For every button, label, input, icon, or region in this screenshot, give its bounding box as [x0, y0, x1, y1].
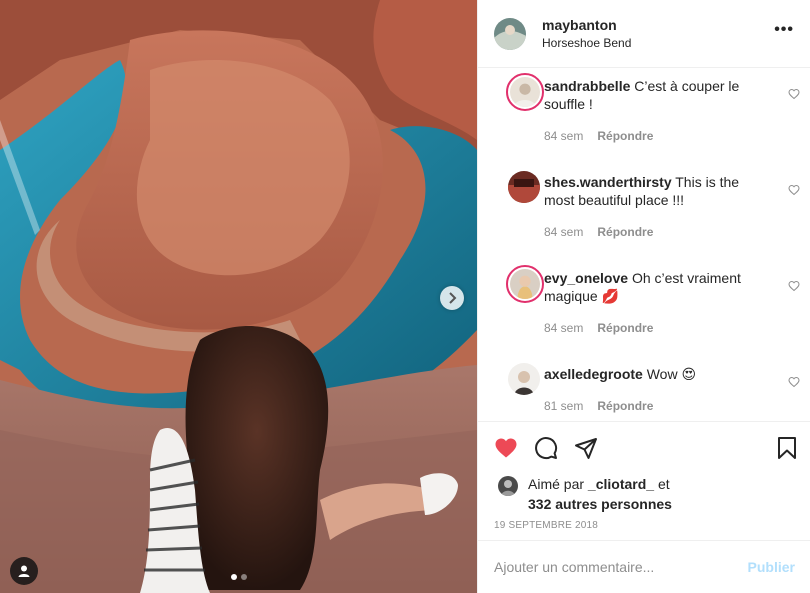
comment-username[interactable]: shes.wanderthirsty: [544, 174, 672, 190]
comment-age[interactable]: 84 sem: [544, 129, 583, 143]
publish-button[interactable]: Publier: [748, 559, 795, 575]
comment-age[interactable]: 84 sem: [544, 225, 583, 239]
comment-age[interactable]: 81 sem: [544, 399, 583, 413]
author-username[interactable]: maybanton: [542, 17, 631, 33]
save-button[interactable]: [775, 436, 799, 460]
post-photo[interactable]: [0, 0, 477, 593]
ellipsis-icon: •••: [774, 21, 794, 38]
comment-text: Wow 😍: [646, 366, 697, 382]
comment-username[interactable]: evy_onelove: [544, 270, 628, 286]
reply-button[interactable]: Répondre: [597, 321, 653, 335]
reply-button[interactable]: Répondre: [597, 129, 653, 143]
comment-item: sandrabbelle C’est à couper le souffle !…: [494, 73, 800, 143]
heart-icon: [495, 438, 517, 458]
comment-item: evy_onelove Oh c’est vraiment magique 💋 …: [494, 265, 800, 335]
likes-count-link[interactable]: 332 autres personnes: [528, 496, 672, 512]
more-options-button[interactable]: •••: [774, 22, 794, 38]
liker-username[interactable]: _cliotard_: [588, 476, 654, 492]
comment-button[interactable]: [534, 436, 558, 460]
comment-like-button[interactable]: [788, 279, 800, 295]
tagged-users-button[interactable]: [10, 557, 38, 585]
share-icon: [575, 438, 597, 459]
like-button[interactable]: [494, 436, 518, 460]
heart-outline-icon: [788, 184, 800, 196]
heart-outline-icon: [788, 376, 800, 388]
horseshoe-bend-photo: [0, 0, 477, 593]
post-side-panel: maybanton Horseshoe Bend ••• sandrabbell…: [477, 0, 810, 593]
comment-username[interactable]: sandrabbelle: [544, 78, 630, 94]
post-date[interactable]: 19 SEPTEMBRE 2018: [478, 514, 810, 531]
post-location[interactable]: Horseshoe Bend: [542, 36, 631, 50]
carousel-indicator: [0, 574, 477, 580]
reply-button[interactable]: Répondre: [597, 225, 653, 239]
liker-avatar[interactable]: [498, 476, 518, 496]
action-icons-row: [478, 422, 810, 474]
reply-button[interactable]: Répondre: [597, 399, 653, 413]
likes-prefix: Aimé par: [528, 476, 585, 492]
comment-like-button[interactable]: [788, 375, 800, 391]
comment-item: axelledegroote Wow 😍 81 sem Répondre: [494, 361, 800, 413]
commenter-avatar[interactable]: [506, 265, 544, 303]
comment-input[interactable]: [494, 559, 748, 575]
carousel-dot-active: [230, 574, 237, 580]
add-comment-bar: Publier: [478, 540, 810, 593]
post-actions: Aimé par _cliotard_ et 332 autres person…: [478, 421, 810, 531]
carousel-next-button[interactable]: [440, 286, 464, 310]
bookmark-icon: [778, 437, 796, 459]
comments-list[interactable]: sandrabbelle C’est à couper le souffle !…: [478, 68, 810, 421]
heart-outline-icon: [788, 280, 800, 292]
commenter-avatar[interactable]: [506, 73, 544, 111]
commenter-avatar[interactable]: [508, 363, 540, 395]
heart-outline-icon: [788, 88, 800, 100]
author-avatar[interactable]: [494, 17, 526, 50]
likes-joiner: et: [657, 476, 670, 492]
share-button[interactable]: [574, 436, 598, 460]
comment-like-button[interactable]: [788, 183, 800, 199]
likes-summary: Aimé par _cliotard_ et 332 autres person…: [478, 474, 810, 514]
comment-item: shes.wanderthirsty This is the most beau…: [494, 169, 800, 239]
comment-icon: [535, 437, 558, 460]
comment-username[interactable]: axelledegroote: [544, 366, 643, 382]
comment-age[interactable]: 84 sem: [544, 321, 583, 335]
commenter-avatar[interactable]: [508, 171, 540, 203]
comment-like-button[interactable]: [788, 87, 800, 103]
post-header: maybanton Horseshoe Bend •••: [478, 0, 810, 68]
chevron-right-icon: [449, 292, 457, 304]
carousel-dot: [240, 574, 247, 580]
